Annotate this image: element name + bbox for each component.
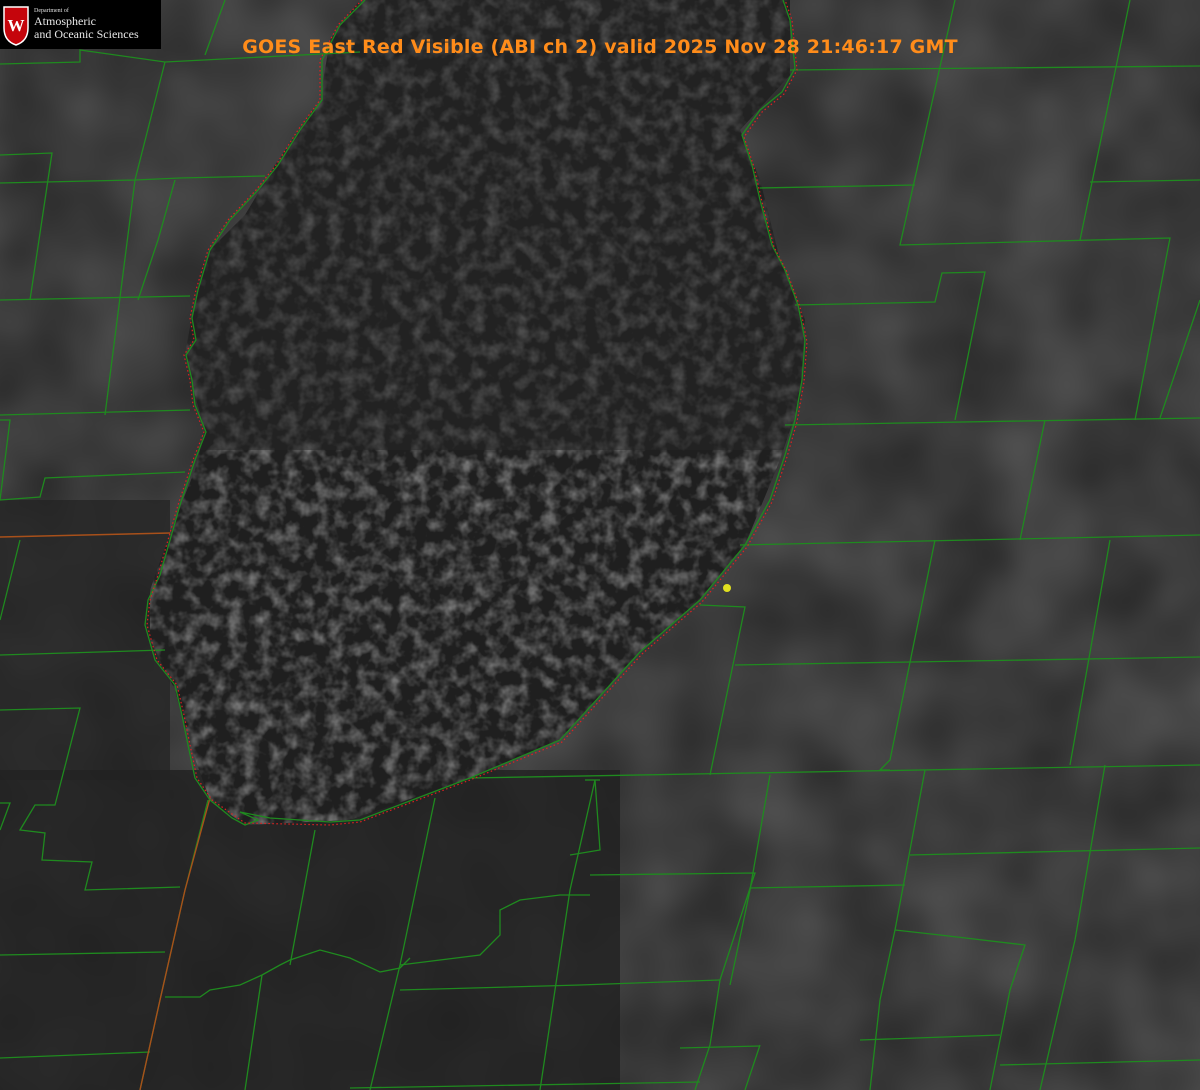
- satellite-map: W Department of Atmospheric and Oceanic …: [0, 0, 1200, 1090]
- dark-land-w: [0, 500, 170, 780]
- svg-text:W: W: [8, 16, 25, 35]
- image-title: GOES East Red Visible (ABI ch 2) valid 2…: [242, 36, 958, 58]
- location-marker: [723, 584, 731, 592]
- map-canvas: [0, 0, 1200, 1090]
